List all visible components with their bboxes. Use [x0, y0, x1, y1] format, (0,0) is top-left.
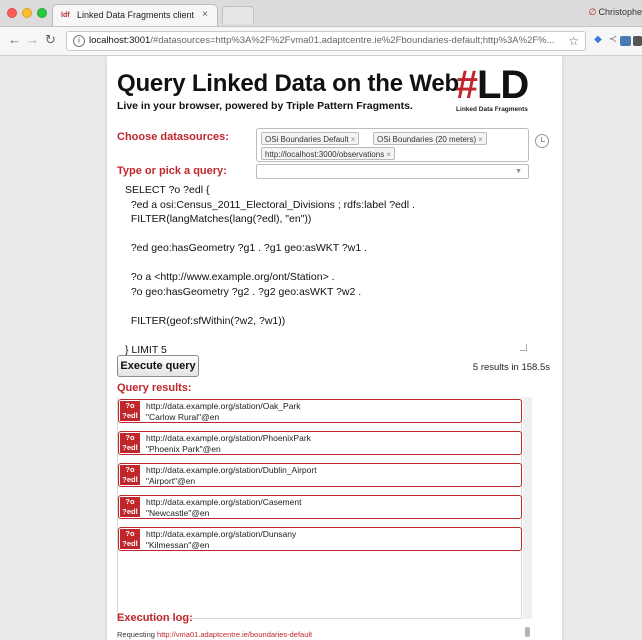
profile-icon: ∅ [588, 7, 597, 17]
var-o-badge: ?o [120, 529, 140, 539]
ldf-client-page: Query Linked Data on the Web Live in you… [107, 56, 562, 640]
var-o-badge: ?o [120, 433, 140, 443]
tab-close-icon[interactable]: × [202, 5, 208, 25]
result-o-link[interactable]: http://data.example.org/station/Casement [146, 497, 301, 507]
chevron-down-icon: ▼ [515, 168, 522, 175]
new-tab-button[interactable] [222, 6, 254, 24]
result-o-link[interactable]: http://data.example.org/station/Dublin_A… [146, 465, 317, 475]
logo-caption: Linked Data Fragments [456, 106, 528, 113]
results-status: 5 results in 158.5s [472, 362, 550, 373]
query-label: Type or pick a query: [117, 165, 227, 177]
execute-query-button[interactable]: Execute query [117, 355, 199, 377]
browser-toolbar: ← → ↻ i localhost:3001/#datasources=http… [0, 27, 642, 56]
info-icon[interactable]: i [73, 35, 85, 47]
var-edl-badge: ?edl [120, 475, 140, 485]
url-text[interactable]: localhost:3001/#datasources=http%3A%2F%2… [89, 35, 559, 46]
datasource-chip-label: OSi Boundaries Default [265, 135, 349, 144]
ldf-logo-mark: #LD [451, 63, 533, 107]
log-link[interactable]: http://vma01.adaptcentre.ie/boundaries-d… [157, 630, 312, 639]
result-item: ?o http://data.example.org/station/Phoen… [118, 431, 522, 455]
datasources-input[interactable]: OSi Boundaries Default × OSi Boundaries (… [256, 128, 529, 162]
profile-name: Christophe [598, 7, 642, 17]
result-edl-value: "Phoenix Park"@en [146, 444, 221, 454]
logo-hash: # [455, 63, 478, 107]
results-panel[interactable]: ?o http://data.example.org/station/Oak_P… [117, 397, 522, 619]
datasource-chip-label: OSi Boundaries (20 meters) [377, 135, 477, 144]
browser-tab-bar: ldf Linked Data Fragments client × ∅ Chri… [0, 0, 642, 27]
result-o-link[interactable]: http://data.example.org/station/Dunsany [146, 529, 296, 539]
datasource-chip[interactable]: OSi Boundaries Default × [261, 132, 360, 145]
results-scrollbar[interactable] [523, 397, 532, 619]
reload-icon[interactable]: ↻ [45, 32, 56, 48]
var-edl-badge: ?edl [120, 411, 140, 421]
result-item: ?o http://data.example.org/station/Oak_P… [118, 399, 522, 423]
extension-share-icon[interactable]: ≺ [607, 34, 619, 46]
query-line: SELECT ?o ?edl { [125, 184, 210, 196]
query-line: ?o geo:hasGeometry ?g2 . ?g2 geo:asWKT ?… [125, 285, 362, 298]
star-icon[interactable]: ☆ [568, 34, 579, 48]
result-edl-value: "Carlow Rural"@en [146, 412, 220, 422]
browser-tab[interactable]: ldf Linked Data Fragments client × [52, 4, 218, 26]
tab-title: Linked Data Fragments client [77, 10, 195, 20]
var-o-badge: ?o [120, 465, 140, 475]
query-line: ?o a <http://www.example.org/ont/Station… [125, 271, 335, 283]
var-o-badge: ?o [120, 497, 140, 507]
page-subtitle: Live in your browser, powered by Triple … [117, 100, 413, 112]
url-host: localhost:3001 [89, 35, 151, 46]
execution-log-label: Execution log: [117, 612, 193, 624]
page-viewport: Query Linked Data on the Web Live in you… [0, 56, 642, 640]
ldf-favicon-icon: ldf [61, 12, 70, 19]
remove-chip-icon[interactable]: × [478, 135, 483, 144]
forward-icon[interactable]: → [26, 32, 39, 48]
log-prefix: Requesting [117, 630, 158, 639]
result-o-link[interactable]: http://data.example.org/station/Oak_Park [146, 401, 301, 411]
close-window-button[interactable] [7, 8, 17, 18]
result-edl-value: "Kilmessan"@en [146, 540, 210, 550]
log-line: Requesting http://vma01.adaptcentre.ie/b… [117, 630, 312, 639]
var-o-badge: ?o [120, 401, 140, 411]
query-line: ?ed geo:hasGeometry ?g1 . ?g1 geo:asWKT … [125, 242, 368, 254]
result-item: ?o http://data.example.org/station/Dubli… [118, 463, 522, 487]
result-item: ?o http://data.example.org/station/Dunsa… [118, 527, 522, 551]
page-title: Query Linked Data on the Web [117, 70, 460, 97]
ldf-logo[interactable]: #LD Linked Data Fragments [451, 63, 533, 113]
query-textarea[interactable]: SELECT ?o ?edl { ?ed a osi:Census_2011_E… [117, 181, 529, 356]
datasource-chip[interactable]: OSi Boundaries (20 meters) × [373, 132, 487, 145]
datasources-label: Choose datasources: [117, 131, 229, 143]
log-scrollbar[interactable] [525, 627, 530, 637]
clock-icon[interactable] [535, 134, 549, 148]
url-path: /#datasources=http%3A%2F%2Fvma01.adaptce… [150, 35, 555, 46]
datasource-chip[interactable]: http://localhost:3000/observations × [261, 147, 395, 160]
remove-chip-icon[interactable]: × [351, 135, 356, 144]
extension-image-icon[interactable] [620, 36, 631, 46]
extension-dark-icon[interactable] [633, 36, 642, 46]
result-item: ?o http://data.example.org/station/Casem… [118, 495, 522, 519]
results-label: Query results: [117, 382, 192, 394]
query-line: FILTER(geof:sfWithin(?w2, ?w1)) [125, 314, 286, 327]
query-select[interactable]: ▼ [256, 164, 529, 179]
result-edl-value: "Airport"@en [146, 476, 196, 486]
address-bar[interactable]: i localhost:3001/#datasources=http%3A%2F… [66, 31, 586, 51]
maximize-window-button[interactable] [37, 8, 47, 18]
datasource-chip-label: http://localhost:3000/observations [265, 150, 385, 159]
result-o-link[interactable]: http://data.example.org/station/PhoenixP… [146, 433, 311, 443]
extension-diamond-icon[interactable]: ◆ [592, 34, 604, 46]
profile-button[interactable]: ∅ Christophe [589, 7, 642, 18]
result-edl-value: "Newcastle"@en [146, 508, 210, 518]
var-edl-badge: ?edl [120, 507, 140, 517]
remove-chip-icon[interactable]: × [386, 150, 391, 159]
query-line: FILTER(langMatches(lang(?edl), "en")) [125, 213, 312, 225]
logo-ld: LD [476, 63, 529, 107]
var-edl-badge: ?edl [120, 443, 140, 453]
back-icon[interactable]: ← [8, 32, 21, 48]
var-edl-badge: ?edl [120, 539, 140, 549]
query-line: ?ed a osi:Census_2011_Electoral_Division… [125, 198, 415, 211]
minimize-window-button[interactable] [22, 8, 32, 18]
resize-handle-icon[interactable] [520, 344, 527, 351]
